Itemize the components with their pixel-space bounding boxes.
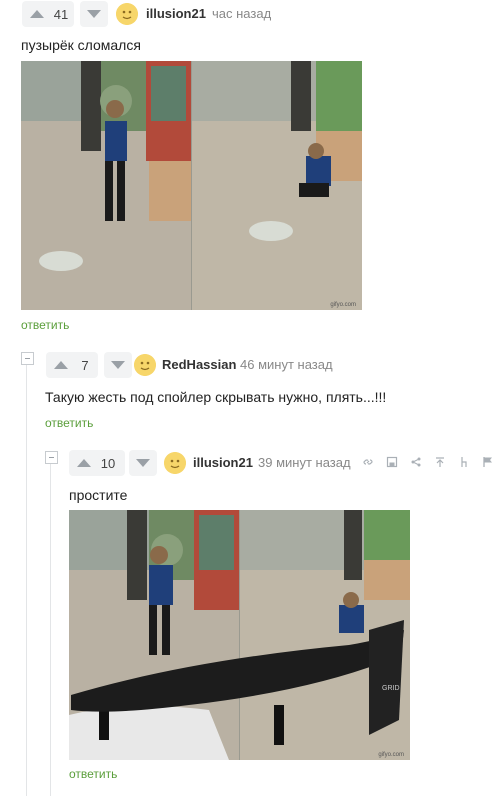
timestamp[interactable]: 46 минут назад bbox=[240, 357, 333, 372]
username[interactable]: illusion21 bbox=[146, 6, 206, 21]
downvote-button[interactable] bbox=[129, 450, 157, 476]
upvote-button[interactable] bbox=[69, 450, 99, 476]
collapse-thread-button[interactable] bbox=[45, 451, 58, 464]
vote-widget: 10 bbox=[69, 450, 125, 476]
username[interactable]: RedHassian bbox=[162, 357, 236, 372]
downvote-button[interactable] bbox=[104, 352, 132, 378]
comment-text: простите bbox=[69, 487, 128, 503]
thread-line bbox=[50, 458, 51, 796]
save-icon[interactable] bbox=[386, 456, 398, 468]
avatar[interactable] bbox=[164, 452, 186, 474]
thread-line bbox=[26, 358, 27, 796]
avatar-face-icon bbox=[164, 452, 186, 474]
arrow-down-icon bbox=[111, 361, 125, 369]
comment-tools bbox=[362, 456, 494, 468]
svg-text:gifyo.com: gifyo.com bbox=[378, 752, 404, 758]
avatar-face-icon bbox=[116, 3, 138, 25]
vote-widget: 41 bbox=[22, 1, 74, 27]
report-flag-icon[interactable] bbox=[482, 456, 494, 468]
comment-image[interactable]: GRID gifyo.com bbox=[69, 510, 410, 760]
downvote-button[interactable] bbox=[80, 1, 108, 27]
comment-text: Такую жесть под спойлер скрывать нужно, … bbox=[45, 389, 387, 405]
avatar-face-icon bbox=[134, 354, 156, 376]
upvote-button[interactable] bbox=[22, 1, 52, 27]
reply-link[interactable]: ответить bbox=[69, 767, 117, 781]
rating-count: 41 bbox=[53, 6, 69, 22]
reply-link[interactable]: ответить bbox=[45, 416, 93, 430]
svg-text:gifyo.com: gifyo.com bbox=[330, 302, 356, 308]
arrow-up-icon bbox=[77, 459, 91, 467]
svg-text:GRID: GRID bbox=[382, 685, 400, 692]
scroll-to-parent-icon[interactable] bbox=[434, 456, 446, 468]
rating-count: 7 bbox=[81, 357, 89, 373]
branch-icon[interactable] bbox=[458, 456, 470, 468]
link-icon[interactable] bbox=[362, 456, 374, 468]
timestamp[interactable]: час назад bbox=[212, 6, 271, 21]
avatar[interactable] bbox=[116, 3, 138, 25]
collapse-thread-button[interactable] bbox=[21, 352, 34, 365]
comment-image[interactable]: gifyo.com bbox=[21, 61, 362, 310]
photo-street-scene-icon: gifyo.com bbox=[21, 61, 362, 310]
arrow-down-icon bbox=[87, 10, 101, 18]
comment-text: пузырёк сломался bbox=[21, 37, 141, 53]
share-icon[interactable] bbox=[410, 456, 422, 468]
rating-count: 10 bbox=[100, 455, 116, 471]
vote-widget: 7 bbox=[46, 352, 98, 378]
arrow-down-icon bbox=[136, 459, 150, 467]
photo-street-scene-wing-icon: GRID gifyo.com bbox=[69, 510, 410, 760]
upvote-button[interactable] bbox=[46, 352, 76, 378]
timestamp[interactable]: 39 минут назад bbox=[258, 455, 351, 470]
arrow-up-icon bbox=[54, 361, 68, 369]
username[interactable]: illusion21 bbox=[193, 455, 253, 470]
reply-link[interactable]: ответить bbox=[21, 318, 69, 332]
arrow-up-icon bbox=[30, 10, 44, 18]
avatar[interactable] bbox=[134, 354, 156, 376]
